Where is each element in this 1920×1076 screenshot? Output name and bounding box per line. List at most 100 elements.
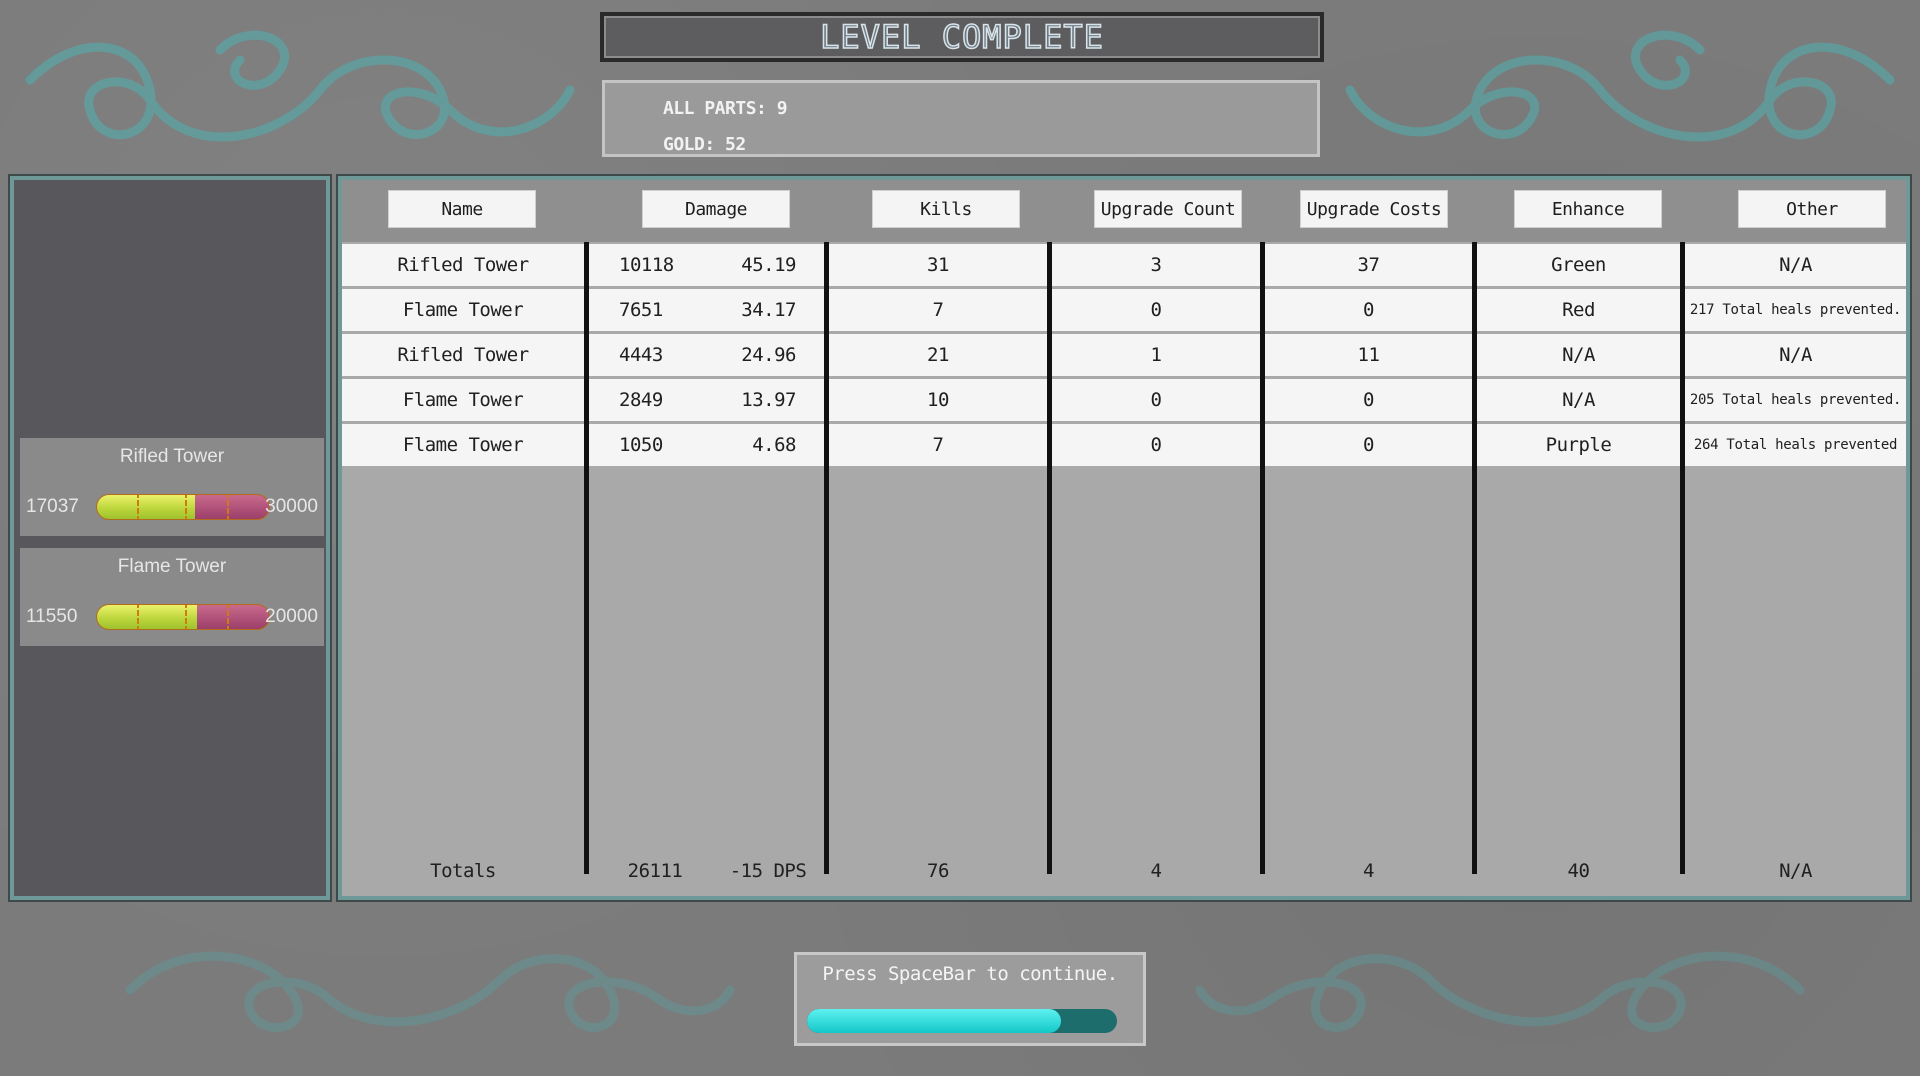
upgrade-costs-cell: 0 [1265, 379, 1472, 421]
bar-node-icon [185, 605, 195, 629]
ornament-top-left [25, 30, 575, 142]
ornament-bottom-left [125, 951, 735, 1032]
name-cell: Flame Tower [342, 379, 584, 421]
name-cell: Rifled Tower [342, 244, 584, 286]
column-divider [1680, 242, 1685, 874]
damage-cell: 4443 24.96 [589, 334, 824, 376]
continue-prompt: Press SpaceBar to continue. [794, 952, 1146, 1046]
ornament-top-right [1345, 30, 1895, 142]
name-cell: Rifled Tower [342, 334, 584, 376]
totals-kills: 76 [927, 860, 949, 882]
sort-name-button[interactable]: Name [388, 190, 536, 228]
bar-node-icon [227, 605, 237, 629]
totals-dps: -15 DPS [729, 860, 807, 882]
damage-cell: 1050 4.68 [589, 424, 824, 466]
stats-table: Name Damage Kills Upgrade Count Upgrade … [338, 176, 1910, 900]
column-divider [1260, 242, 1265, 874]
title-bar: LEVEL COMPLETE [600, 12, 1324, 62]
dps-value: 34.17 [741, 299, 796, 321]
other-cell: 217 Total heals prevented. [1685, 289, 1906, 331]
kills-cell: 10 [829, 379, 1047, 421]
bar-node-icon [137, 605, 147, 629]
tower-card-max: 20000 [265, 606, 318, 627]
totals-upgrade-count: 4 [1150, 860, 1162, 882]
other-cell: 205 Total heals prevented. [1685, 379, 1906, 421]
damage-cell: 2849 13.97 [589, 379, 824, 421]
enhance-cell: N/A [1477, 379, 1680, 421]
totals-label: Totals [430, 860, 496, 882]
continue-progress-bar [807, 1009, 1117, 1033]
table-row: Flame Tower 2849 13.97 10 0 0 N/A 205 Total hea… [342, 379, 1906, 421]
tower-card-current: 11550 [26, 606, 78, 627]
table-row: Rifled Tower 10118 45.19 31 3 37 Green N/A [342, 244, 1906, 286]
totals-enhance: 40 [1567, 860, 1590, 882]
dps-value: 13.97 [741, 389, 796, 411]
sort-other-button[interactable]: Other [1738, 190, 1886, 228]
enhance-cell: Green [1477, 244, 1680, 286]
tower-card-current: 17037 [26, 496, 79, 517]
bar-node-icon [137, 495, 147, 519]
table-row: Rifled Tower 4443 24.96 21 1 11 N/A N/A [342, 334, 1906, 376]
damage-cell: 10118 45.19 [589, 244, 824, 286]
bar-node-icon [185, 495, 195, 519]
sort-upgrade-costs-button[interactable]: Upgrade Costs [1300, 190, 1448, 228]
damage-value: 7651 [619, 299, 663, 321]
damage-value: 4443 [619, 344, 663, 366]
column-divider [1047, 242, 1052, 874]
kills-cell: 7 [829, 289, 1047, 331]
enhance-cell: Purple [1477, 424, 1680, 466]
sort-damage-button[interactable]: Damage [642, 190, 790, 228]
name-cell: Flame Tower [342, 424, 584, 466]
column-divider [584, 242, 589, 874]
dps-value: 24.96 [741, 344, 796, 366]
upgrade-count-cell: 1 [1052, 334, 1260, 376]
other-cell: 264 Total heals prevented [1685, 424, 1906, 466]
continue-text: Press SpaceBar to continue. [822, 963, 1118, 985]
dps-value: 45.19 [741, 254, 796, 276]
table-header: Name Damage Kills Upgrade Count Upgrade … [342, 180, 1906, 242]
all-parts-stat: ALL PARTS: 9 [663, 98, 788, 119]
upgrade-costs-cell: 0 [1265, 424, 1472, 466]
damage-cell: 7651 34.17 [589, 289, 824, 331]
upgrade-count-cell: 3 [1052, 244, 1260, 286]
sort-upgrade-count-button[interactable]: Upgrade Count [1094, 190, 1242, 228]
tower-card-max: 30000 [265, 496, 318, 517]
kills-cell: 31 [829, 244, 1047, 286]
sort-enhance-button[interactable]: Enhance [1514, 190, 1662, 228]
other-cell: N/A [1685, 334, 1906, 376]
totals-upgrade-costs: 4 [1363, 860, 1374, 882]
tower-card-name: Flame Tower [117, 556, 227, 577]
table-row: Flame Tower 7651 34.17 7 0 0 Red 217 Total heal… [342, 289, 1906, 331]
kills-cell: 21 [829, 334, 1047, 376]
tower-card: Flame Tower 11550 20000 [20, 548, 324, 646]
name-cell: Flame Tower [342, 289, 584, 331]
upgrade-count-cell: 0 [1052, 289, 1260, 331]
totals-damage: 26111 [627, 860, 683, 882]
ornament-bottom-right [1195, 951, 1805, 1032]
dps-value: 4.68 [752, 434, 796, 456]
table-row: Flame Tower 1050 4.68 7 0 0 Purple 264 Total he… [342, 424, 1906, 466]
continue-progress-fill [807, 1009, 1062, 1033]
tower-health-bar [96, 604, 270, 630]
page-title: LEVEL COMPLETE [819, 17, 1104, 57]
tower-card: Rifled Tower 17037 30000 [20, 438, 324, 536]
upgrade-costs-cell: 37 [1265, 244, 1472, 286]
enhance-cell: N/A [1477, 334, 1680, 376]
column-divider [824, 242, 829, 874]
damage-value: 2849 [619, 389, 663, 411]
other-cell: N/A [1685, 244, 1906, 286]
gold-stat: GOLD: 52 [663, 134, 746, 155]
tower-health-bar [96, 494, 270, 520]
damage-value: 10118 [619, 254, 674, 276]
bar-node-icon [227, 495, 237, 519]
totals-other: N/A [1779, 860, 1812, 882]
tower-card-name: Rifled Tower [119, 446, 225, 467]
stats-box: ALL PARTS: 9 GOLD: 52 [602, 80, 1320, 157]
enhance-cell: Red [1477, 289, 1680, 331]
upgrade-costs-cell: 0 [1265, 289, 1472, 331]
upgrade-costs-cell: 11 [1265, 334, 1472, 376]
upgrade-count-cell: 0 [1052, 424, 1260, 466]
column-divider [1472, 242, 1477, 874]
sort-kills-button[interactable]: Kills [872, 190, 1020, 228]
damage-value: 1050 [619, 434, 663, 456]
